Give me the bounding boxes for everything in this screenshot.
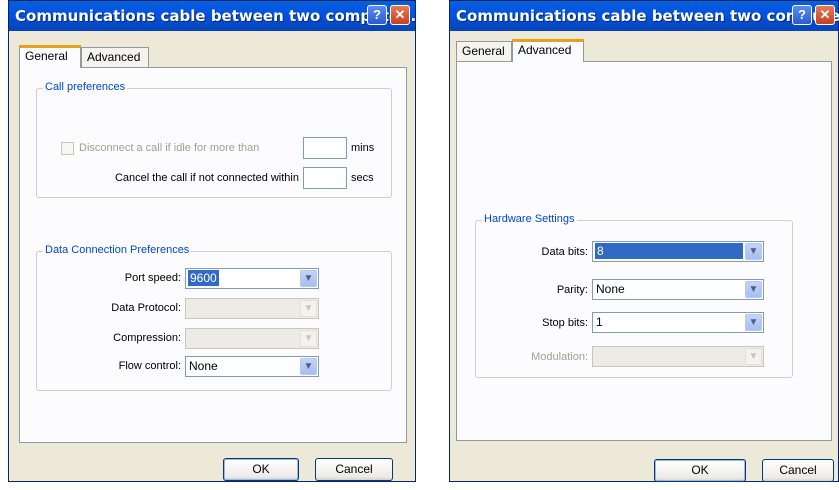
chevron-down-icon[interactable]: ▼ (300, 330, 317, 347)
hardware-settings-legend: Hardware Settings (482, 213, 577, 225)
call-preferences-group: Call preferences Disconnect a call if id… (36, 81, 392, 198)
modulation-label: Modulation: (531, 351, 588, 363)
data-connection-group: Data Connection Preferences Port speed: … (36, 244, 392, 391)
cancel-button[interactable]: Cancel (315, 458, 393, 481)
window-title: Communications cable between two compute… (15, 7, 417, 25)
flow-control-value: None (189, 359, 218, 373)
close-button[interactable]: ✕ (815, 5, 835, 25)
cancel-call-label: Cancel the call if not connected within (114, 172, 299, 184)
port-speed-select[interactable]: 9600 ▼ (185, 268, 319, 289)
title-bar[interactable]: Communications cable between two compute… (9, 1, 417, 31)
chevron-down-icon[interactable]: ▼ (300, 270, 317, 287)
title-bar[interactable]: Communications cable between two compute… (450, 1, 839, 31)
parity-select[interactable]: None ▼ (592, 279, 764, 300)
data-bits-value: 8 (595, 243, 743, 259)
stop-bits-label: Stop bits: (542, 317, 588, 329)
hardware-settings-group: Hardware Settings Data bits: 8 ▼ Parity:… (475, 213, 793, 378)
chevron-down-icon[interactable]: ▼ (300, 300, 317, 317)
port-speed-value: 9600 (188, 270, 219, 286)
compression-select[interactable]: ▼ (185, 328, 319, 349)
help-button[interactable]: ? (367, 5, 387, 25)
seconds-unit-label: secs (351, 172, 374, 184)
chevron-down-icon[interactable]: ▼ (745, 243, 762, 260)
parity-value: None (596, 282, 625, 296)
close-button[interactable]: ✕ (390, 5, 410, 25)
port-speed-label: Port speed: (124, 272, 181, 284)
tab-general[interactable]: General (456, 41, 512, 61)
tab-advanced[interactable]: Advanced (81, 47, 149, 67)
flow-control-label: Flow control: (118, 360, 181, 372)
data-bits-label: Data bits: (541, 246, 588, 258)
cancel-seconds-input[interactable] (303, 167, 347, 189)
chevron-down-icon[interactable]: ▼ (745, 281, 762, 298)
chevron-down-icon[interactable]: ▼ (745, 314, 762, 331)
properties-dialog-general: Communications cable between two compute… (8, 0, 416, 482)
data-bits-select[interactable]: 8 ▼ (592, 241, 764, 262)
properties-dialog-advanced: Communications cable between two compute… (449, 0, 839, 482)
data-connection-legend: Data Connection Preferences (43, 244, 192, 256)
parity-label: Parity: (556, 284, 588, 296)
window-title: Communications cable between two compute… (456, 7, 839, 25)
idle-minutes-input[interactable] (303, 137, 347, 159)
disconnect-idle-checkbox[interactable] (61, 142, 74, 155)
modulation-select[interactable]: ▼ (592, 346, 764, 367)
stop-bits-value: 1 (596, 315, 603, 329)
chevron-down-icon[interactable]: ▼ (300, 358, 317, 375)
ok-button[interactable]: OK (654, 459, 746, 482)
data-protocol-select[interactable]: ▼ (185, 298, 319, 319)
call-preferences-legend: Call preferences (43, 81, 128, 93)
compression-label: Compression: (113, 332, 181, 344)
flow-control-select[interactable]: None ▼ (185, 356, 319, 377)
help-button[interactable]: ? (792, 5, 812, 25)
general-tab-panel: Call preferences Disconnect a call if id… (19, 67, 407, 443)
disconnect-idle-label: Disconnect a call if idle for more than (79, 142, 260, 154)
minutes-unit-label: mins (351, 142, 375, 154)
tab-general[interactable]: General (19, 45, 81, 68)
tab-advanced[interactable]: Advanced (512, 39, 584, 62)
cancel-button[interactable]: Cancel (762, 459, 834, 482)
advanced-tab-panel: Hardware Settings Data bits: 8 ▼ Parity:… (456, 61, 832, 441)
stop-bits-select[interactable]: 1 ▼ (592, 312, 764, 333)
ok-button[interactable]: OK (223, 458, 299, 481)
chevron-down-icon[interactable]: ▼ (745, 348, 762, 365)
data-protocol-label: Data Protocol: (111, 302, 181, 314)
